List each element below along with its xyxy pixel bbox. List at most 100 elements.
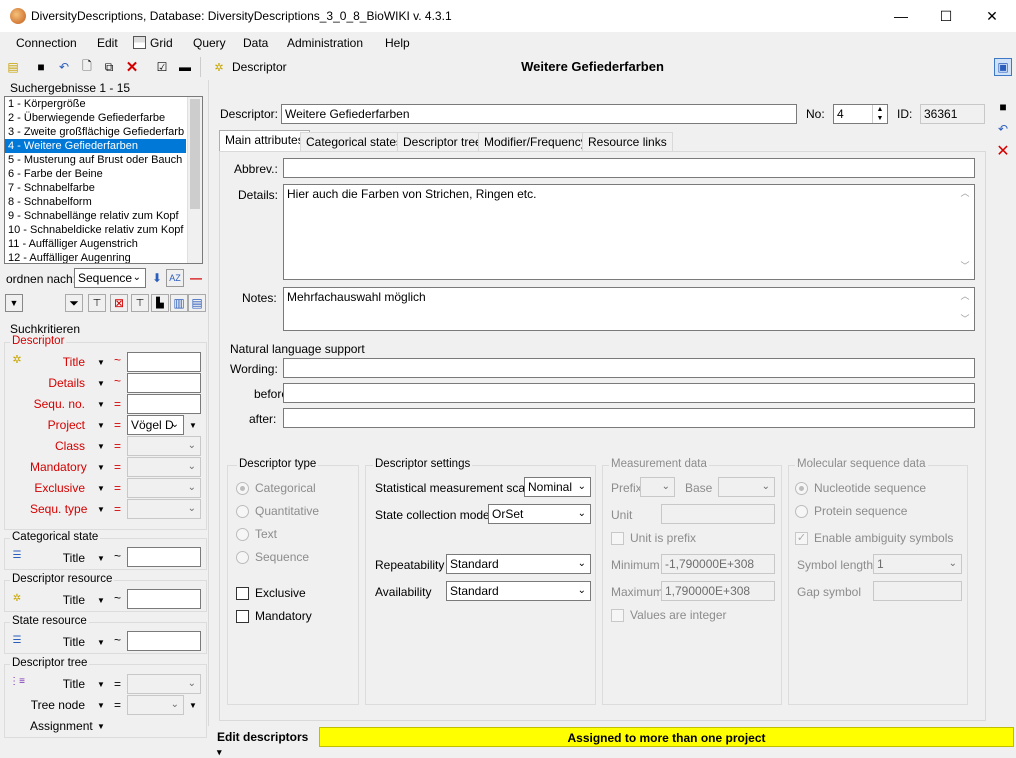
form-delete-icon[interactable]: ✕	[994, 142, 1012, 160]
splitter[interactable]	[208, 80, 209, 726]
menu-grid[interactable]: Grid	[150, 36, 173, 50]
copy-icon[interactable]: ⧉	[100, 58, 118, 76]
minimum-input[interactable]: -1,790000E+308	[661, 554, 775, 574]
crit-seqtype-op-dropdown[interactable]: ▼	[95, 500, 107, 518]
remove-filter-icon[interactable]: ⊠	[110, 294, 128, 312]
cat-state-input[interactable]	[127, 547, 201, 567]
descriptor-tab-label[interactable]: Descriptor	[232, 60, 287, 74]
list-item[interactable]: 2 - Überwiegende Gefiederfarbe	[5, 111, 202, 125]
crit-title-op-dropdown[interactable]: ▼	[95, 353, 107, 371]
crit-seqno-input[interactable]	[127, 394, 201, 414]
form-save-icon[interactable]: ■	[994, 98, 1012, 116]
scale-select[interactable]: Nominal ⌄	[524, 477, 591, 497]
radio-protein[interactable]: Protein sequence	[795, 504, 907, 518]
radio-sequence[interactable]: Sequence	[236, 550, 309, 564]
maximize-button[interactable]: ☐	[923, 0, 969, 32]
abbrev-input[interactable]	[283, 158, 975, 178]
sort-select[interactable]: Sequence ⌄	[74, 268, 146, 288]
save-icon[interactable]: ■	[32, 58, 50, 76]
undo-icon[interactable]: ↶	[55, 58, 73, 76]
crit-project-more-dropdown[interactable]: ▼	[187, 416, 199, 434]
list-icon[interactable]: ▙	[151, 294, 169, 312]
add-filter-icon[interactable]: ⊤	[88, 294, 106, 312]
unit-input[interactable]	[661, 504, 775, 524]
crit-details-op-dropdown[interactable]: ▼	[95, 374, 107, 392]
sort-az-icon[interactable]: AZ	[166, 269, 184, 287]
tree-node-select[interactable]: ⌄	[127, 695, 184, 715]
crit-details-input[interactable]	[127, 373, 201, 393]
radio-categorical[interactable]: Categorical	[236, 481, 316, 495]
list-item[interactable]: 3 - Zweite großflächige Gefiederfarb	[5, 125, 202, 139]
edit-descriptors-button[interactable]: Edit descriptors ▾	[211, 727, 319, 757]
radio-quantitative[interactable]: Quantitative	[236, 504, 319, 518]
crit-mandatory-op-dropdown[interactable]: ▼	[95, 458, 107, 476]
grid-view-icon[interactable]: ▬	[176, 58, 194, 76]
state-res-input[interactable]	[127, 631, 201, 651]
crit-project-select[interactable]: Vögel D ⌄	[127, 415, 184, 435]
menu-help[interactable]: Help	[385, 36, 410, 50]
desc-res-op-dropdown[interactable]: ▼	[95, 591, 107, 609]
ambiguity-checkbox[interactable]: Enable ambiguity symbols	[795, 531, 953, 545]
checkbox-icon[interactable]: ☑	[153, 58, 171, 76]
notes-textarea[interactable]: Mehrfachauswahl möglich	[283, 287, 975, 331]
list-item[interactable]: 11 - Auffälliger Augenstrich	[5, 237, 202, 251]
menu-query[interactable]: Query	[193, 36, 226, 50]
gap-symbol-input[interactable]	[873, 581, 962, 601]
desc-res-input[interactable]	[127, 589, 201, 609]
new-document-icon[interactable]: 🗋	[78, 58, 96, 76]
tab-modifier-frequency[interactable]: Modifier/Frequency	[478, 132, 593, 151]
rows-icon[interactable]: ▤	[188, 294, 206, 312]
tree-node-op-dropdown[interactable]: ▼	[95, 696, 107, 714]
list-item[interactable]: 10 - Schnabeldicke relativ zum Kopf	[5, 223, 202, 237]
values-integer-checkbox[interactable]: Values are integer	[611, 608, 727, 622]
collapse-icon[interactable]: ▼	[5, 294, 23, 312]
symbol-length-select[interactable]: 1 ⌄	[873, 554, 962, 574]
list-item[interactable]: 6 - Farbe der Beine	[5, 167, 202, 181]
list-item[interactable]: 12 - Auffälliger Augenring	[5, 251, 202, 263]
before-input[interactable]	[283, 383, 975, 403]
after-input[interactable]	[283, 408, 975, 428]
close-button[interactable]: ✕	[969, 0, 1015, 32]
details-textarea[interactable]: Hier auch die Farben von Strichen, Ringe…	[283, 184, 975, 280]
exclusive-checkbox[interactable]: Exclusive	[236, 586, 306, 600]
tree-node-more-dropdown[interactable]: ▼	[187, 696, 199, 714]
form-undo-icon[interactable]: ↶	[994, 120, 1012, 138]
list-item[interactable]: 1 - Körpergröße	[5, 97, 202, 111]
base-select[interactable]: ⌄	[718, 477, 775, 497]
minimize-button[interactable]: —	[878, 0, 924, 32]
menu-administration[interactable]: Administration	[287, 36, 363, 50]
new-window-icon[interactable]: ▤	[4, 58, 22, 76]
list-item[interactable]: 5 - Musterung auf Brust oder Bauch	[5, 153, 202, 167]
tab-descriptor-tree[interactable]: Descriptor tree	[397, 132, 488, 151]
menu-data[interactable]: Data	[243, 36, 268, 50]
prefix-select[interactable]: ⌄	[640, 477, 675, 497]
results-list[interactable]: 1 - Körpergröße 2 - Überwiegende Gefiede…	[4, 96, 203, 264]
crit-seqtype-select[interactable]: ⌄	[127, 499, 201, 519]
collection-select[interactable]: OrSet ⌄	[488, 504, 591, 524]
descriptor-input[interactable]: Weitere Gefiederfarben	[281, 104, 797, 124]
availability-select[interactable]: Standard ⌄	[446, 581, 591, 601]
panel-toggle-icon[interactable]: ▣	[994, 58, 1012, 76]
mandatory-checkbox[interactable]: Mandatory	[236, 609, 312, 623]
list-item[interactable]: 7 - Schnabelfarbe	[5, 181, 202, 195]
crit-title-input[interactable]	[127, 352, 201, 372]
columns-icon[interactable]: ▥	[170, 294, 188, 312]
crit-project-op-dropdown[interactable]: ▼	[95, 416, 107, 434]
details-scrollbar[interactable]: ︿ ﹀	[958, 186, 972, 278]
list-item[interactable]: 8 - Schnabelform	[5, 195, 202, 209]
assignment-op-dropdown[interactable]: ▼	[95, 717, 107, 735]
list-scrollbar[interactable]	[187, 97, 202, 263]
crit-seqno-op-dropdown[interactable]: ▼	[95, 395, 107, 413]
tab-categorical-states[interactable]: Categorical states	[300, 132, 409, 151]
scroll-thumb[interactable]	[190, 99, 200, 209]
filter-icon[interactable]: ⏷	[65, 294, 83, 312]
crit-class-op-dropdown[interactable]: ▼	[95, 437, 107, 455]
list-item[interactable]: 9 - Schnabellänge relativ zum Kopf	[5, 209, 202, 223]
tree-title-select[interactable]: ⌄	[127, 674, 201, 694]
crit-exclusive-op-dropdown[interactable]: ▼	[95, 479, 107, 497]
tab-main-attributes[interactable]: Main attributes	[219, 130, 310, 152]
radio-text[interactable]: Text	[236, 527, 277, 541]
pin-icon[interactable]: ⬇	[148, 269, 166, 287]
wording-input[interactable]	[283, 358, 975, 378]
tab-resource-links[interactable]: Resource links	[582, 132, 673, 151]
